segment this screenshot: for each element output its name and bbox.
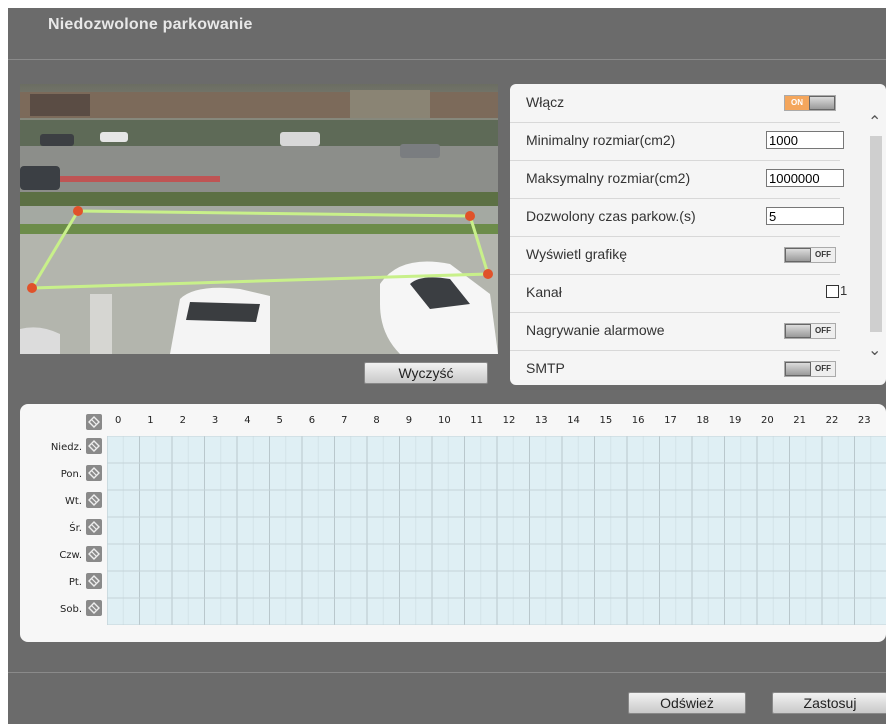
channel-1-checkbox[interactable]	[826, 285, 839, 298]
page-title: Niedozwolone parkowanie	[48, 16, 253, 33]
smtp-label: SMTP	[526, 360, 565, 376]
toggle-knob	[785, 362, 811, 376]
day-eraser-icon[interactable]	[86, 600, 102, 616]
show-graphics-label: Wyświetl grafikę	[526, 246, 628, 262]
day-eraser-icon[interactable]	[86, 438, 102, 454]
toggle-knob	[785, 248, 811, 262]
toggle-state-text: ON	[785, 96, 809, 110]
header-divider	[8, 59, 886, 60]
hour-label: 19	[728, 415, 742, 426]
toggle-knob	[809, 96, 835, 110]
hour-label: 7	[341, 415, 348, 426]
enable-toggle[interactable]: ON	[784, 95, 836, 111]
day-eraser-icon[interactable]	[86, 546, 102, 562]
schedule-grid[interactable]	[106, 435, 886, 626]
channel-row: Kanał 1	[510, 274, 847, 313]
max-size-label: Maksymalny rozmiar(cm2)	[526, 170, 691, 186]
refresh-button[interactable]: Odśwież	[628, 692, 746, 714]
hour-label: 9	[405, 415, 413, 426]
show-graphics-row: Wyświetl grafikę OFF	[510, 236, 840, 275]
min-size-row: Minimalny rozmiar(cm2)	[510, 122, 844, 161]
hour-label: 22	[825, 415, 839, 426]
hour-label: 3	[211, 415, 219, 426]
footer-divider	[8, 672, 886, 673]
alarm-recording-label: Nagrywanie alarmowe	[526, 322, 665, 338]
hour-label: 1	[147, 415, 154, 426]
day-eraser-icon[interactable]	[86, 492, 102, 508]
hour-label: 21	[793, 415, 807, 426]
hour-label: 18	[696, 415, 710, 426]
day-label: Sob.	[60, 604, 82, 615]
toggle-state-text: OFF	[811, 362, 835, 376]
hour-label: 13	[534, 415, 548, 426]
allowed-time-input[interactable]	[766, 207, 844, 225]
allowed-time-label: Dozwolony czas parkow.(s)	[526, 208, 696, 224]
hour-label: 4	[244, 415, 251, 426]
main-panel: Niedozwolone parkowanie Wyczyść Włącz ON…	[8, 8, 886, 724]
hour-label: 20	[761, 415, 774, 426]
show-graphics-toggle[interactable]: OFF	[784, 247, 836, 263]
channel-label: Kanał	[526, 284, 562, 300]
day-label: Pt.	[68, 577, 82, 588]
hour-label: 16	[631, 415, 645, 426]
hour-label: 11	[470, 415, 484, 426]
day-label: Śr.	[69, 523, 82, 534]
alarm-recording-toggle[interactable]: OFF	[784, 323, 836, 339]
alarm-recording-row: Nagrywanie alarmowe OFF	[510, 312, 840, 351]
hour-label: 15	[599, 415, 613, 426]
hour-label: 10	[438, 415, 451, 426]
day-eraser-icon[interactable]	[86, 519, 102, 535]
hour-label: 8	[373, 415, 380, 426]
clear-button[interactable]: Wyczyść	[364, 362, 488, 384]
hour-label: 6	[308, 415, 316, 426]
hour-label: 14	[567, 415, 580, 426]
smtp-toggle[interactable]: OFF	[784, 361, 836, 377]
day-eraser-icon[interactable]	[86, 465, 102, 481]
channel-1-label: 1	[840, 283, 848, 298]
smtp-row: SMTP OFF	[510, 350, 840, 385]
hour-label: 12	[502, 415, 516, 426]
hour-label: 2	[179, 415, 186, 426]
enable-row: Włącz ON	[510, 84, 840, 123]
camera-preview[interactable]	[20, 84, 498, 354]
hour-label: 0	[115, 415, 122, 426]
enable-label: Włącz	[526, 94, 565, 110]
day-label: Czw.	[59, 550, 82, 561]
day-label: Pon.	[60, 469, 82, 480]
min-size-input[interactable]	[766, 131, 844, 149]
hour-label: 17	[664, 415, 677, 426]
schedule-grid-lines	[106, 435, 886, 626]
schedule-panel: 0123456789101112131415161718192021222324…	[20, 404, 886, 642]
toggle-state-text: OFF	[811, 324, 835, 338]
max-size-input[interactable]	[766, 169, 844, 187]
scroll-up-icon[interactable]: ⌃	[868, 112, 881, 132]
scroll-down-icon[interactable]: ⌄	[868, 340, 881, 360]
day-eraser-icon[interactable]	[86, 573, 102, 589]
settings-scrollbar[interactable]: ⌃ ⌄	[866, 84, 884, 385]
toggle-state-text: OFF	[811, 248, 835, 262]
scroll-thumb[interactable]	[870, 136, 882, 332]
min-size-label: Minimalny rozmiar(cm2)	[526, 132, 676, 148]
day-label: Wt.	[65, 496, 82, 507]
allowed-time-row: Dozwolony czas parkow.(s)	[510, 198, 844, 237]
eraser-all-icon[interactable]	[86, 414, 102, 430]
settings-panel: Włącz ON Minimalny rozmiar(cm2) Maksymal…	[510, 84, 886, 385]
day-label: Niedz.	[50, 442, 82, 453]
hour-label: 5	[276, 415, 283, 426]
toggle-knob	[785, 324, 811, 338]
hour-label: 23	[857, 415, 871, 426]
max-size-row: Maksymalny rozmiar(cm2)	[510, 160, 844, 199]
apply-button[interactable]: Zastosuj	[772, 692, 886, 714]
camera-scene	[20, 84, 498, 354]
